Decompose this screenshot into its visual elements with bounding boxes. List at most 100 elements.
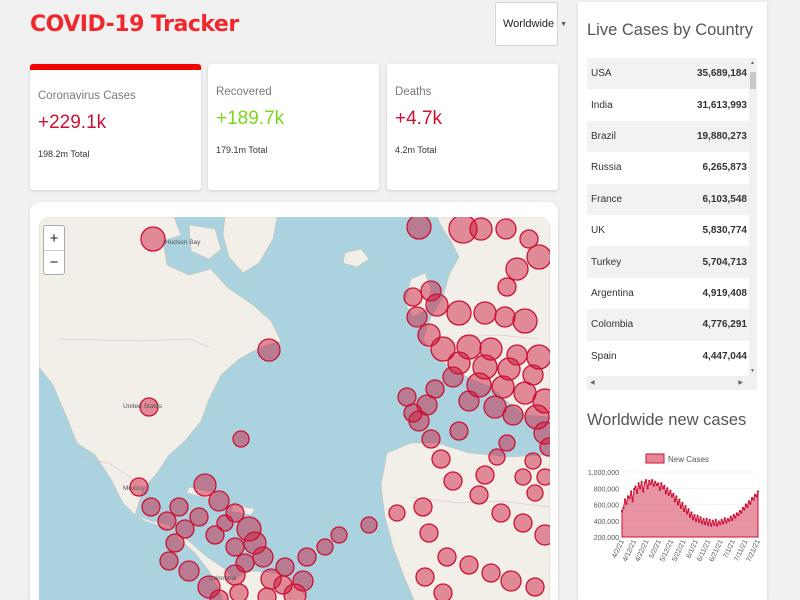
case-circle[interactable]: [316, 538, 334, 556]
chart-point[interactable]: [630, 490, 633, 493]
chart-point[interactable]: [633, 488, 636, 491]
chart-point[interactable]: [714, 518, 717, 521]
chart-point[interactable]: [661, 487, 664, 490]
case-circle[interactable]: [388, 504, 406, 522]
chart-point[interactable]: [728, 519, 731, 522]
case-circle[interactable]: [512, 308, 538, 334]
case-circle[interactable]: [419, 523, 439, 543]
chart-point[interactable]: [643, 481, 646, 484]
chart-point[interactable]: [693, 514, 696, 517]
chart-point[interactable]: [738, 509, 741, 513]
case-circle[interactable]: [443, 471, 463, 491]
case-circle[interactable]: [225, 537, 245, 557]
chart-point[interactable]: [708, 518, 711, 521]
case-circle[interactable]: [297, 547, 317, 567]
case-circle[interactable]: [169, 497, 189, 517]
case-circle[interactable]: [494, 306, 516, 328]
case-circle[interactable]: [491, 375, 515, 399]
chart-point[interactable]: [681, 501, 684, 504]
chart-point[interactable]: [637, 482, 640, 485]
case-circle[interactable]: [235, 553, 255, 573]
case-circle[interactable]: [498, 434, 516, 452]
chart-point[interactable]: [753, 493, 757, 496]
chart-point[interactable]: [669, 489, 672, 492]
case-circle[interactable]: [397, 387, 417, 407]
recovered-card[interactable]: Recovered +189.7k 179.1m Total: [208, 64, 379, 190]
chart-point[interactable]: [673, 500, 676, 503]
chart-point[interactable]: [678, 498, 681, 501]
chart-point[interactable]: [652, 484, 655, 487]
chart-point[interactable]: [701, 522, 704, 525]
country-row[interactable]: France 6,103,548: [587, 183, 757, 215]
chart-point[interactable]: [649, 483, 652, 486]
chart-point[interactable]: [651, 479, 654, 482]
chart-point[interactable]: [711, 519, 714, 522]
chart-point[interactable]: [732, 514, 735, 517]
chart-point[interactable]: [658, 488, 661, 491]
scrollbar-thumb[interactable]: [750, 72, 756, 89]
case-circle[interactable]: [526, 244, 550, 270]
chart-point[interactable]: [646, 487, 649, 490]
case-circle[interactable]: [425, 293, 449, 317]
chart-point[interactable]: [696, 514, 699, 517]
case-circle[interactable]: [534, 524, 550, 546]
case-circle[interactable]: [449, 421, 469, 441]
chart-point[interactable]: [688, 515, 692, 518]
deaths-card[interactable]: Deaths +4.7k 4.2m Total: [387, 64, 558, 190]
case-circle[interactable]: [526, 484, 544, 502]
case-circle[interactable]: [257, 587, 277, 600]
chart-point[interactable]: [719, 522, 722, 526]
case-circle[interactable]: [475, 465, 495, 485]
country-row[interactable]: UK 5,830,774: [587, 215, 757, 246]
country-row[interactable]: Russia 6,265,873: [587, 152, 757, 183]
chart-point[interactable]: [726, 518, 729, 521]
chart-point[interactable]: [670, 495, 673, 498]
country-row[interactable]: Argentina 4,919,408: [587, 278, 757, 309]
chart-point[interactable]: [655, 483, 658, 487]
chart-point[interactable]: [747, 500, 750, 503]
chart-point[interactable]: [642, 490, 645, 493]
chart-point[interactable]: [631, 500, 634, 503]
table-horizontal-scrollbar[interactable]: ◀ ▶: [587, 376, 757, 390]
chart-area-new-cases[interactable]: [621, 478, 759, 538]
country-row[interactable]: India 31,613,993: [587, 89, 757, 120]
case-circle[interactable]: [488, 448, 506, 466]
chart-point[interactable]: [623, 498, 627, 501]
world-map[interactable]: + − Hudson Bay United States Mexico Colo…: [39, 217, 550, 600]
country-table[interactable]: USA 35,689,184 India 31,613,993 Brazil 19,880…: [587, 58, 757, 376]
chart-point[interactable]: [657, 482, 660, 485]
map-canvas[interactable]: [39, 217, 550, 600]
chart-point[interactable]: [744, 503, 747, 506]
chart-point[interactable]: [672, 492, 675, 495]
chart-point[interactable]: [628, 496, 631, 500]
case-circle[interactable]: [536, 468, 550, 486]
case-circle[interactable]: [159, 551, 179, 571]
chart-point[interactable]: [694, 519, 698, 522]
chart-point[interactable]: [690, 511, 693, 514]
country-row[interactable]: Colombia 4,776,291: [587, 309, 757, 341]
legend-swatch[interactable]: [645, 453, 665, 464]
case-circle[interactable]: [437, 547, 457, 567]
chart-point[interactable]: [634, 485, 637, 488]
chart-point[interactable]: [704, 522, 707, 526]
chart-point[interactable]: [734, 516, 737, 519]
case-circle[interactable]: [442, 366, 464, 388]
country-select[interactable]: Worldwide ▼: [495, 2, 567, 46]
chart-point[interactable]: [645, 479, 648, 482]
country-row[interactable]: Spain 4,447,044: [587, 341, 757, 372]
country-row[interactable]: USA 35,689,184: [587, 58, 757, 90]
case-circle[interactable]: [502, 404, 524, 426]
case-circle[interactable]: [178, 560, 200, 582]
chart-point[interactable]: [682, 509, 686, 513]
country-row[interactable]: Brazil 19,880,273: [587, 120, 757, 153]
case-circle[interactable]: [495, 218, 517, 240]
legend-label[interactable]: New Cases: [668, 455, 709, 464]
scroll-up-icon[interactable]: ▲: [750, 60, 755, 66]
case-circle[interactable]: [524, 452, 542, 470]
country-row[interactable]: Turkey 5,704,713: [587, 246, 757, 278]
zoom-in-button[interactable]: +: [44, 226, 64, 250]
case-circle[interactable]: [140, 226, 166, 252]
chart-point[interactable]: [750, 496, 754, 500]
chart-point[interactable]: [752, 498, 755, 501]
chart-point[interactable]: [702, 518, 705, 521]
